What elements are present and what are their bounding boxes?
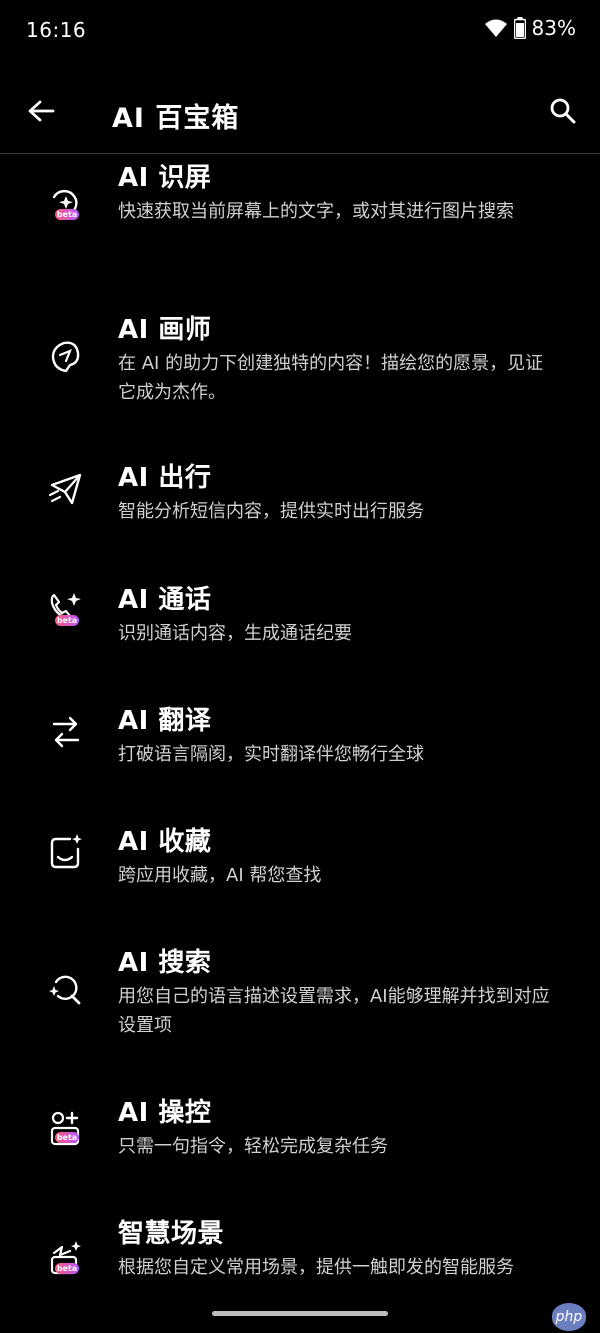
list-item-phone-call[interactable]: beta AI 通话 识别通话内容，生成通话纪要 xyxy=(0,569,600,679)
item-description: 跨应用收藏，AI 帮您查找 xyxy=(118,865,322,886)
item-description: 打破语言隔阂，实时翻译伴您畅行全球 xyxy=(118,744,424,765)
translate-icon xyxy=(46,710,86,754)
item-title: 智慧场景 xyxy=(118,1219,225,1249)
item-title: AI 识屏 xyxy=(118,163,212,193)
item-description: 根据您自定义常用场景，提供一触即发的智能服务 xyxy=(118,1257,514,1278)
item-title: AI 搜索 xyxy=(118,948,212,978)
list-item-screen-recognition[interactable]: beta AI 识屏 快速获取当前屏幕上的文字，或对其进行图片搜索 xyxy=(0,155,600,275)
search-button[interactable] xyxy=(544,92,582,130)
search-icon xyxy=(550,98,576,124)
collection-icon xyxy=(46,831,86,875)
item-description: 只需一句指令，轻松完成复杂任务 xyxy=(118,1136,388,1157)
item-description: 快速获取当前屏幕上的文字，或对其进行图片搜索 xyxy=(118,201,514,222)
home-indicator[interactable] xyxy=(212,1311,388,1316)
status-time: 16:16 xyxy=(26,18,87,42)
list-item-search-settings[interactable]: AI 搜索 用您自己的语言描述设置需求，AI能够理解并找到对应设置项 xyxy=(0,932,600,1072)
list-item-painter[interactable]: AI 画师 在 AI 的助力下创建独特的内容！描绘您的愿景，见证它成为杰作。 xyxy=(0,295,600,435)
status-bar: 16:16 83% xyxy=(0,0,600,62)
battery-percent: 83% xyxy=(531,16,576,40)
feature-list: beta AI 识屏 快速获取当前屏幕上的文字，或对其进行图片搜索 AI 画师 … xyxy=(0,155,600,1333)
beta-badge: beta xyxy=(55,209,79,220)
item-description: 智能分析短信内容，提供实时出行服务 xyxy=(118,501,424,522)
php-watermark-logo: php xyxy=(552,1303,586,1331)
arrow-left-icon xyxy=(28,100,55,122)
back-button[interactable] xyxy=(22,92,60,130)
battery-icon xyxy=(513,17,526,39)
list-item-collection[interactable]: AI 收藏 跨应用收藏，AI 帮您查找 xyxy=(0,811,600,921)
wifi-icon xyxy=(484,19,507,37)
list-item-travel[interactable]: AI 出行 智能分析短信内容，提供实时出行服务 xyxy=(0,447,600,557)
control-icon: beta xyxy=(46,1106,86,1150)
smart-scene-icon: beta xyxy=(46,1237,86,1281)
item-description: 用您自己的语言描述设置需求，AI能够理解并找到对应设置项 xyxy=(118,986,550,1036)
item-title: AI 收藏 xyxy=(118,827,212,857)
list-item-translate[interactable]: AI 翻译 打破语言隔阂，实时翻译伴您畅行全球 xyxy=(0,690,600,800)
travel-icon xyxy=(46,467,86,511)
beta-badge: beta xyxy=(55,1263,79,1274)
item-title: AI 翻译 xyxy=(118,706,212,736)
item-title: AI 出行 xyxy=(118,463,212,493)
item-title: AI 操控 xyxy=(118,1098,212,1128)
item-description: 在 AI 的助力下创建独特的内容！描绘您的愿景，见证它成为杰作。 xyxy=(118,353,544,403)
app-bar: AI 百宝箱 xyxy=(0,62,600,154)
list-item-control[interactable]: beta AI 操控 只需一句指令，轻松完成复杂任务 xyxy=(0,1082,600,1192)
beta-badge: beta xyxy=(55,1132,79,1143)
item-title: AI 画师 xyxy=(118,315,212,345)
beta-badge: beta xyxy=(55,615,79,626)
status-icons: 83% xyxy=(484,16,576,40)
phone-call-icon: beta xyxy=(46,589,86,633)
item-title: AI 通话 xyxy=(118,585,212,615)
page-title: AI 百宝箱 xyxy=(112,103,240,134)
painter-icon xyxy=(46,335,86,379)
item-description: 识别通话内容，生成通话纪要 xyxy=(118,623,352,644)
screen-recognition-icon: beta xyxy=(46,183,86,227)
search-settings-icon xyxy=(46,968,86,1012)
